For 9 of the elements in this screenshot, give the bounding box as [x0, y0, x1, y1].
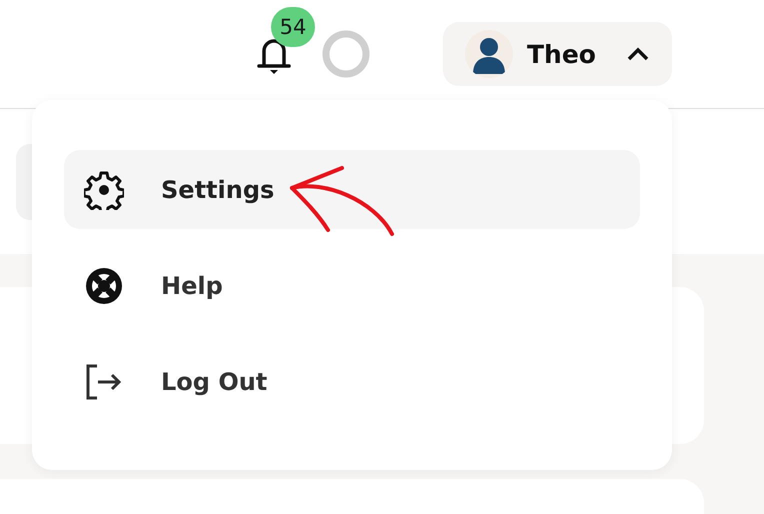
- logout-icon: [84, 362, 124, 402]
- menu-item[interactable]: Help: [64, 246, 640, 325]
- ring-icon: [322, 30, 370, 78]
- user-menu-button[interactable]: Theo: [443, 22, 672, 86]
- gear-icon: [84, 170, 124, 210]
- menu-item[interactable]: Settings: [64, 150, 640, 229]
- notification-badge: 54: [271, 7, 315, 47]
- lifebuoy-icon: [84, 266, 124, 306]
- menu-item[interactable]: Log Out: [64, 342, 640, 421]
